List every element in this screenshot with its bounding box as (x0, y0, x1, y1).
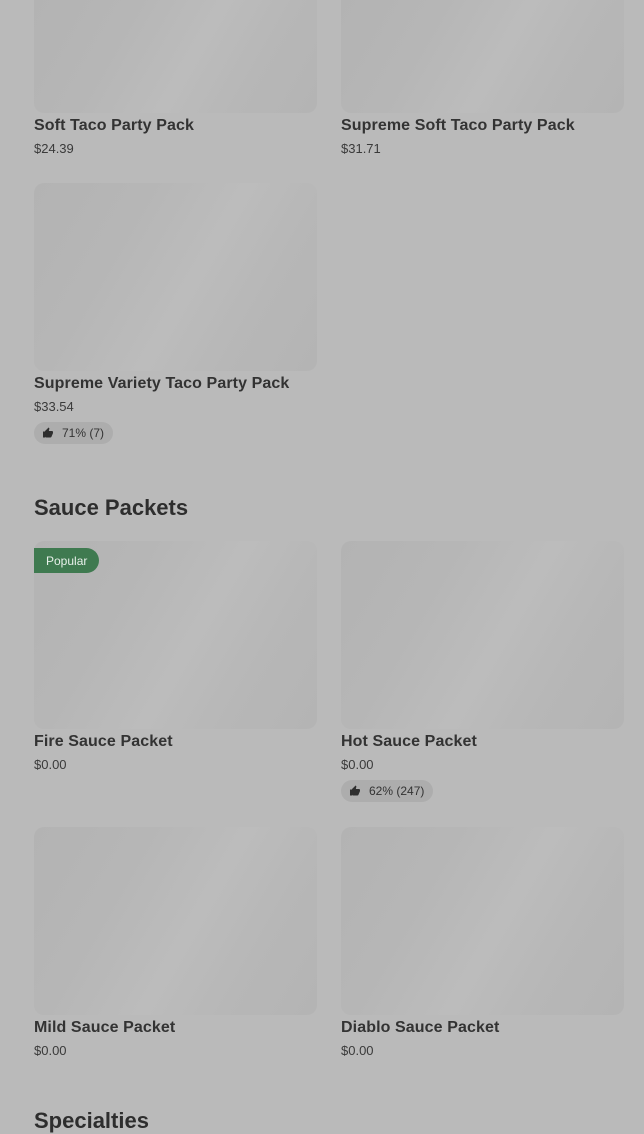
rating-pill: 71% (7) (34, 422, 114, 444)
product-image[interactable] (341, 541, 624, 729)
section-title-sauce-packets: Sauce Packets (34, 495, 189, 520)
product-name: Diablo Sauce Packet (341, 1019, 500, 1036)
product-image[interactable] (34, 183, 317, 371)
thumbs-up-icon (350, 785, 360, 796)
product-image[interactable] (341, 0, 624, 113)
product-name: Supreme Soft Taco Party Pack (341, 117, 575, 134)
rating-text: 71% (7) (62, 426, 105, 440)
product-image[interactable] (341, 827, 624, 1015)
product-name: Mild Sauce Packet (34, 1019, 176, 1036)
section-title-specialties: Specialties (34, 1108, 149, 1133)
rating-pill: 62% (247) (341, 780, 434, 802)
product-price: $24.39 (34, 141, 74, 156)
product-price: $0.00 (341, 1043, 374, 1058)
product-name: Hot Sauce Packet (341, 733, 477, 750)
product-price: $33.54 (34, 399, 74, 414)
product-image[interactable] (34, 0, 317, 113)
product-name: Fire Sauce Packet (34, 733, 173, 750)
product-price: $31.71 (341, 141, 381, 156)
popular-badge: Popular (34, 548, 100, 573)
rating-text: 62% (247) (369, 784, 425, 798)
product-name: Supreme Variety Taco Party Pack (34, 375, 290, 392)
product-name: Soft Taco Party Pack (34, 117, 194, 134)
product-price: $0.00 (34, 1043, 67, 1058)
thumbs-up-icon (43, 427, 53, 438)
product-image[interactable] (34, 827, 317, 1015)
product-price: $0.00 (34, 757, 67, 772)
product-price: $0.00 (341, 757, 374, 772)
